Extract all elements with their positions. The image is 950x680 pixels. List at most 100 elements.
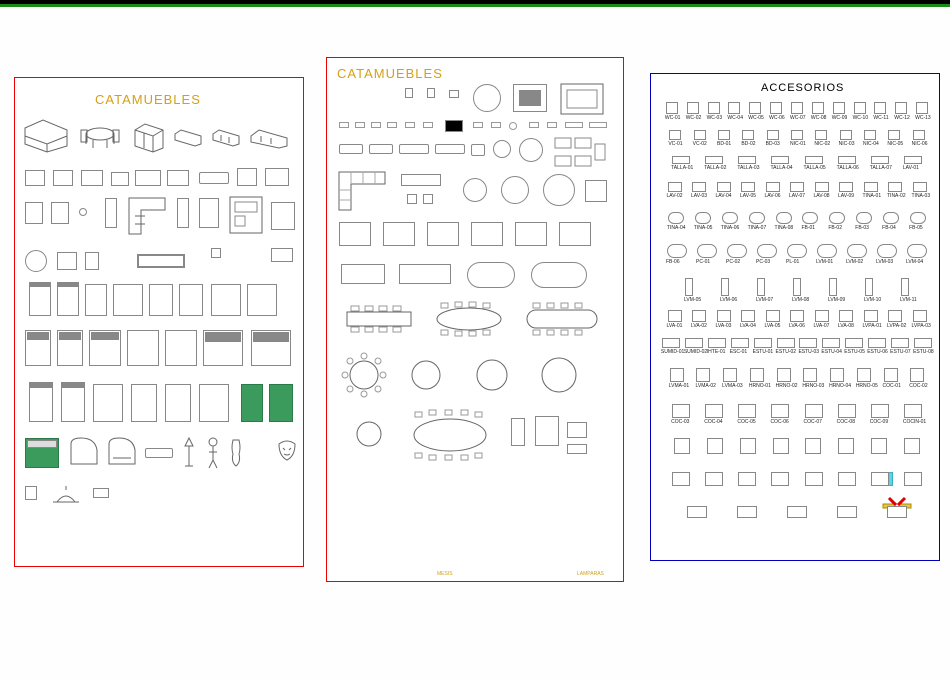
accessory-block <box>666 102 678 114</box>
accessory-label: LVPA-02 <box>887 323 906 329</box>
bed-4 <box>113 284 143 316</box>
accessory-label: TINA-08 <box>775 225 794 231</box>
accessory-label: BD-03 <box>766 141 780 147</box>
pc-1 <box>339 122 349 128</box>
bed-15-hb <box>253 332 289 342</box>
accessory-label: LVPA-03 <box>912 323 931 329</box>
accessory-label: TINA-03 <box>912 193 931 199</box>
accessory-block <box>754 338 772 348</box>
accessory-label: LVM-11 <box>900 297 917 303</box>
accessory-label: PL-01 <box>786 259 799 265</box>
curt-4 <box>131 384 157 422</box>
accessory-label: LVPA-01 <box>863 323 882 329</box>
accessory-block <box>829 212 845 224</box>
accessory-block <box>888 310 902 322</box>
accessory-label: FB-04 <box>882 225 896 231</box>
vase <box>229 438 243 468</box>
sofa-r3-6 <box>493 140 511 158</box>
accessory-label: LVM-07 <box>756 297 773 303</box>
panel-title: ACCESORIOS <box>761 82 844 94</box>
accessory-label: HRNO-04 <box>829 383 851 389</box>
accessory-label: LAV-09 <box>838 193 854 199</box>
accessory-block <box>871 404 889 418</box>
accessory-label: ESTU-02 <box>776 349 797 355</box>
accessory-label: TINA-06 <box>721 225 740 231</box>
din-4 <box>471 222 503 246</box>
accessory-label: LVMA-03 <box>722 383 742 389</box>
accessory-label: SUMID-01 <box>661 349 684 355</box>
accessory-label: LVA-01 <box>667 323 683 329</box>
accessory-label: TINA-01 <box>863 193 882 199</box>
accessory-label: COCIN-01 <box>903 419 926 425</box>
green-bed-pillow <box>27 440 57 448</box>
accessory-block <box>717 310 731 322</box>
accessory-label: LAV-05 <box>740 193 756 199</box>
din-2 <box>383 222 415 246</box>
accessory-block <box>740 438 756 454</box>
accessory-label: ESTU-03 <box>798 349 819 355</box>
accessory-label: HRNO-02 <box>776 383 798 389</box>
furn-monitor-1 <box>25 170 45 186</box>
accessory-block <box>738 156 756 164</box>
accessory-label: BD-02 <box>741 141 755 147</box>
furn-desk-4 <box>177 198 189 228</box>
accessory-block <box>776 212 792 224</box>
accessory-block <box>707 438 723 454</box>
curt-1t <box>29 382 53 388</box>
conf-oval <box>405 410 495 460</box>
accessory-label: LVM-02 <box>846 259 863 265</box>
furn-desk-6 <box>271 202 295 230</box>
accessory-block <box>864 182 878 192</box>
accessory-block <box>805 438 821 454</box>
accessory-label: WC-06 <box>769 115 785 121</box>
accessory-block <box>829 278 837 296</box>
pc-13 <box>589 122 607 128</box>
plan-chair-2 <box>427 88 435 98</box>
accessory-label: LVA-04 <box>740 323 756 329</box>
accessory-block <box>904 438 920 454</box>
plan-chair-3 <box>449 90 459 98</box>
accessory-block <box>777 338 795 348</box>
accessory-label: HRNO-01 <box>749 383 771 389</box>
accessory-block <box>839 310 853 322</box>
accessory-label: WC-02 <box>686 115 702 121</box>
drawing-canvas[interactable]: CATAMUEBLES <box>0 7 950 680</box>
accessory-block <box>670 368 684 382</box>
furn-cubicle <box>229 196 263 234</box>
accessory-label: COC-05 <box>737 419 755 425</box>
accessory-label: TALLA-07 <box>870 165 892 171</box>
mask-icon <box>277 440 297 462</box>
rnd-4 <box>501 176 529 204</box>
furn-frame <box>137 254 185 268</box>
accessory-label: ESTU-08 <box>913 349 934 355</box>
oval-1 <box>467 262 515 288</box>
accessory-block <box>895 102 907 114</box>
plan-rndtbl-1 <box>473 84 501 112</box>
pc-4 <box>387 122 397 128</box>
iso-sofa-2 <box>211 126 241 148</box>
accessory-block <box>910 368 924 382</box>
long-1 <box>341 264 385 284</box>
accessory-label: BD-01 <box>717 141 731 147</box>
accessory-block <box>696 368 710 382</box>
accessory-label: LVA-07 <box>814 323 830 329</box>
accessory-label: LAV-02 <box>667 193 683 199</box>
din-5 <box>515 222 547 246</box>
accessory-label: LAV-07 <box>789 193 805 199</box>
curt-1 <box>29 382 53 422</box>
accessory-label: TALLA-01 <box>671 165 693 171</box>
accessory-block <box>856 212 872 224</box>
rtbl-5 <box>349 414 389 454</box>
plan-rect-a-in <box>519 90 541 106</box>
accessory-block <box>854 102 866 114</box>
accessory-block <box>838 404 856 418</box>
furn-box-3 <box>211 248 221 258</box>
accessory-block <box>914 338 932 348</box>
accessory-label: HRNO-03 <box>802 383 824 389</box>
accessory-block <box>787 244 807 258</box>
accessory-block <box>672 472 690 486</box>
accessory-block <box>803 368 817 382</box>
accessory-label: NIC-02 <box>814 141 830 147</box>
furn-cab-3 <box>167 170 189 186</box>
din-1 <box>339 222 371 246</box>
